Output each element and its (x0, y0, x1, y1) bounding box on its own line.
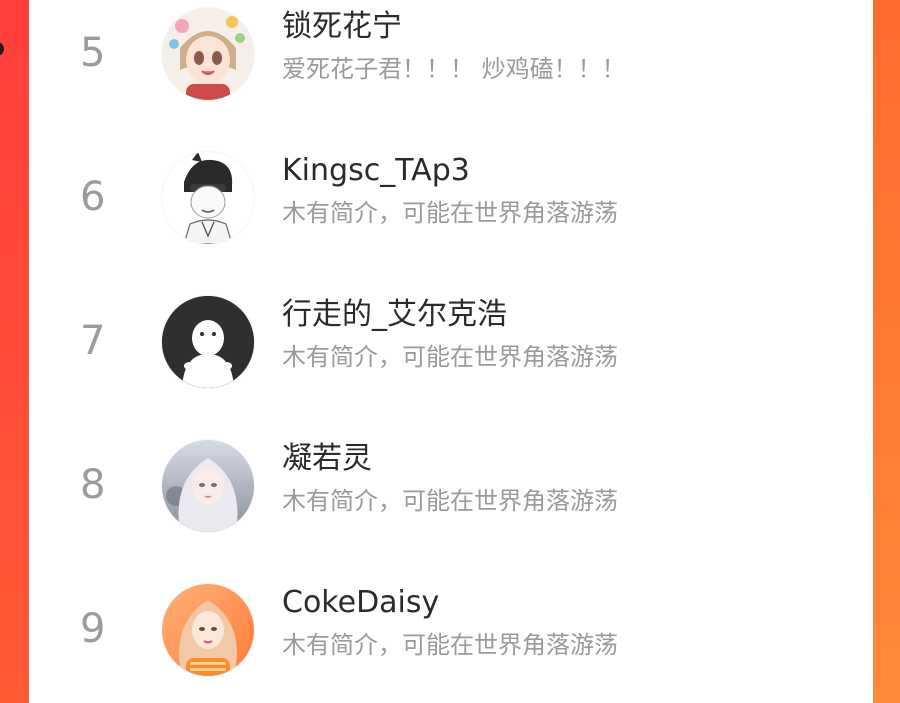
default-user-avatar-icon (162, 296, 254, 388)
user-bio: 木有简介，可能在世界角落游荡 (282, 487, 618, 515)
rank-number: 7 (80, 318, 106, 364)
ranking-row[interactable]: 5 锁死花宁 爱死花子君！！！ 炒鸡磕！！！ (29, 0, 873, 110)
user-bio: 木有简介，可能在世界角落游荡 (282, 631, 618, 659)
user-name[interactable]: 锁死花宁 (282, 10, 402, 43)
user-name[interactable]: Kingsc_TAp3 (282, 154, 470, 187)
rank-number: 8 (80, 462, 106, 508)
user-avatar[interactable] (162, 152, 254, 244)
orange-girl-avatar-icon (162, 584, 254, 676)
anime-girl-avatar-icon (162, 8, 254, 100)
user-bio: 木有简介，可能在世界角落游荡 (282, 199, 618, 227)
user-avatar[interactable] (162, 584, 254, 676)
rank-number: 6 (80, 174, 106, 220)
ranking-row[interactable]: 9 CokeDaisy 木有简介，可能在世界角落游荡 (29, 576, 873, 686)
user-bio: 木有简介，可能在世界角落游荡 (282, 343, 618, 371)
user-avatar[interactable] (162, 296, 254, 388)
ranking-row[interactable]: 8 凝若灵 木有简介，可能在世界角落游荡 (29, 432, 873, 542)
ranking-row[interactable]: 6 Kingsc_TAp3 木有简介，可能在世界角落游荡 (29, 144, 873, 254)
ranking-row[interactable]: 7 行走的_艾尔克浩 木有简介，可能在世界角落游荡 (29, 288, 873, 398)
user-name[interactable]: 行走的_艾尔克浩 (282, 298, 507, 331)
ranking-list-panel: 5 锁死花宁 爱死花子君！！！ 炒鸡磕！！！ 6 Kingsc_TAp3 木有简… (29, 0, 873, 703)
user-avatar[interactable] (162, 440, 254, 532)
rank-number: 5 (80, 30, 106, 76)
white-hair-girl-avatar-icon (162, 440, 254, 532)
edge-indicator (0, 42, 4, 56)
left-background-edge (0, 0, 29, 703)
right-background-edge (873, 0, 900, 703)
user-avatar[interactable] (162, 8, 254, 100)
user-bio: 爱死花子君！！！ 炒鸡磕！！！ (282, 55, 626, 83)
rank-number: 9 (80, 606, 106, 652)
sketch-boy-avatar-icon (162, 152, 254, 244)
user-name[interactable]: 凝若灵 (282, 442, 372, 475)
user-name[interactable]: CokeDaisy (282, 586, 439, 619)
